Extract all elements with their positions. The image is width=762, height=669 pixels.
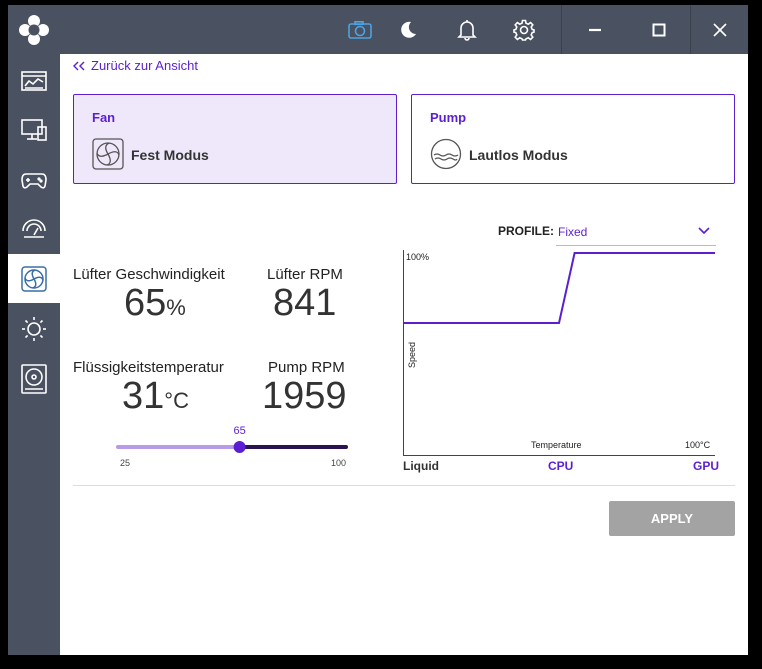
logo-icon — [19, 14, 49, 45]
slider-max-label: 100 — [331, 458, 346, 468]
sidebar-item-game[interactable] — [8, 155, 60, 204]
notifications-button[interactable] — [443, 5, 491, 54]
back-link-label: Zurück zur Ansicht — [91, 58, 198, 73]
profile-dropdown-value[interactable]: Fixed — [558, 225, 587, 239]
app-logo[interactable] — [8, 5, 60, 54]
fan-speed-number: 65 — [124, 282, 167, 324]
minimize-button[interactable] — [562, 5, 628, 54]
monitor-icon — [21, 118, 47, 141]
sidebar-item-cooling[interactable] — [8, 254, 60, 303]
sidebar — [8, 5, 60, 655]
card-mode-label: Lautlos Modus — [469, 147, 568, 163]
card-type-label: Pump — [430, 110, 467, 125]
moon-icon — [401, 21, 416, 38]
disk-icon — [21, 363, 47, 394]
pump-rpm-value: 1959 — [262, 375, 347, 417]
source-liquid-label[interactable]: Liquid — [403, 459, 439, 473]
slider-min-label: 25 — [120, 458, 130, 468]
slider-value-label: 65 — [233, 425, 245, 437]
fan-curve-line — [403, 252, 715, 324]
fan-speed-label: Lüfter Geschwindigkeit — [73, 266, 225, 283]
slider-thumb[interactable] — [233, 441, 246, 453]
chevron-down-icon[interactable] — [697, 224, 711, 238]
back-link[interactable]: Zurück zur Ansicht — [73, 58, 198, 73]
sidebar-item-storage[interactable] — [8, 354, 60, 403]
chart-y-label: Speed — [407, 342, 417, 368]
fan-icon — [21, 265, 47, 292]
close-icon — [712, 22, 727, 37]
chart-x-label: Temperature — [531, 440, 582, 450]
pump-silent-icon — [430, 138, 462, 170]
gear-icon — [513, 19, 535, 41]
liquid-temp-unit: °C — [164, 388, 189, 413]
maximize-icon — [652, 23, 666, 36]
dark-mode-button[interactable] — [384, 5, 432, 54]
sun-icon — [22, 316, 46, 341]
chart-x-end-label: 100°C — [685, 440, 711, 450]
bell-icon — [457, 19, 477, 41]
sidebar-item-performance[interactable] — [8, 204, 60, 253]
maximize-button[interactable] — [628, 5, 690, 54]
camera-icon — [348, 20, 372, 39]
card-type-label: Fan — [92, 110, 116, 125]
chart-y-top-label: 100% — [406, 252, 429, 262]
section-divider — [73, 485, 735, 486]
sidebar-item-lighting[interactable] — [8, 304, 60, 353]
pump-rpm-label: Pump RPM — [268, 359, 345, 376]
fan-rpm-value: 841 — [273, 282, 337, 324]
source-cpu-label[interactable]: CPU — [548, 459, 573, 473]
minimize-icon — [589, 28, 601, 31]
profile-underline — [556, 245, 716, 246]
close-button[interactable] — [691, 5, 748, 54]
double-chevron-left-icon — [73, 61, 85, 70]
apply-button[interactable]: APPLY — [609, 501, 735, 536]
source-gpu-label[interactable]: GPU — [693, 459, 719, 473]
speedometer-icon — [22, 218, 46, 238]
pump-mode-card[interactable]: Pump Lautlos Modus — [411, 94, 735, 184]
sidebar-item-system[interactable] — [8, 105, 60, 154]
fan-icon — [92, 138, 124, 170]
liquid-temp-number: 31 — [122, 375, 165, 417]
profile-label: PROFILE: — [498, 224, 554, 238]
gamepad-icon — [21, 172, 47, 189]
fan-speed-slider[interactable]: 65 25 100 — [116, 425, 348, 468]
fan-speed-unit: % — [166, 295, 186, 320]
liquid-temp-label: Flüssigkeitstemperatur — [73, 359, 224, 376]
fan-curve-chart[interactable]: 100% Speed Temperature 100°C — [403, 250, 715, 456]
slider-graphic: 65 25 100 — [116, 425, 348, 468]
fan-rpm-label: Lüfter RPM — [267, 266, 343, 283]
dashboard-icon — [21, 70, 47, 91]
liquid-temp-value: 31°C — [122, 375, 189, 418]
settings-button[interactable] — [500, 5, 548, 54]
card-mode-label: Fest Modus — [131, 147, 209, 163]
sidebar-item-dashboard[interactable] — [8, 56, 60, 105]
fan-mode-card[interactable]: Fan Fest Modus — [73, 94, 397, 184]
title-bar — [60, 5, 748, 54]
fan-speed-value: 65% — [124, 282, 186, 325]
screenshot-button[interactable] — [336, 5, 384, 54]
